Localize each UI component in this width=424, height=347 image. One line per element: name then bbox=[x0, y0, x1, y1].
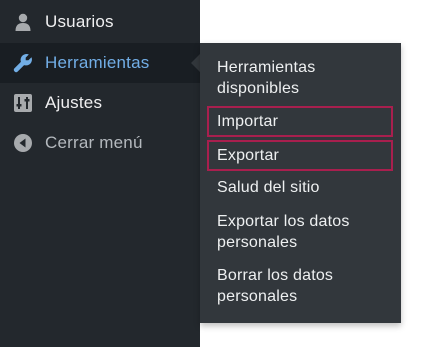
submenu-item-herramientas-disponibles[interactable]: Herramientas disponibles bbox=[217, 57, 387, 99]
submenu-item-exportar-datos-personales[interactable]: Exportar los datos personales bbox=[217, 211, 387, 253]
sidebar-item-label: Usuarios bbox=[45, 12, 114, 31]
sidebar-item-label: Herramientas bbox=[45, 53, 150, 72]
collapse-arrow-icon bbox=[11, 131, 35, 155]
wrench-icon bbox=[11, 51, 35, 75]
submenu-item-borrar-datos-personales[interactable]: Borrar los datos personales bbox=[217, 265, 387, 307]
settings-sliders-icon bbox=[11, 91, 35, 115]
submenu-pointer bbox=[191, 54, 200, 72]
sidebar-item-usuarios[interactable]: Usuarios bbox=[0, 2, 200, 42]
highlight-box-exportar bbox=[207, 140, 393, 171]
admin-sidebar: Usuarios Herramientas Ajustes Cerrar men… bbox=[0, 0, 200, 347]
user-icon bbox=[11, 10, 35, 34]
collapse-menu-button[interactable]: Cerrar menú bbox=[0, 123, 200, 163]
sidebar-item-herramientas[interactable]: Herramientas bbox=[0, 43, 200, 83]
sidebar-item-label: Ajustes bbox=[45, 93, 103, 112]
sidebar-item-ajustes[interactable]: Ajustes bbox=[0, 83, 200, 123]
submenu-item-salud-del-sitio[interactable]: Salud del sitio bbox=[217, 177, 387, 198]
flyout-submenu: Herramientas disponibles Importar Export… bbox=[200, 43, 401, 323]
sidebar-item-label: Cerrar menú bbox=[45, 133, 143, 152]
highlight-box-importar bbox=[207, 106, 393, 137]
